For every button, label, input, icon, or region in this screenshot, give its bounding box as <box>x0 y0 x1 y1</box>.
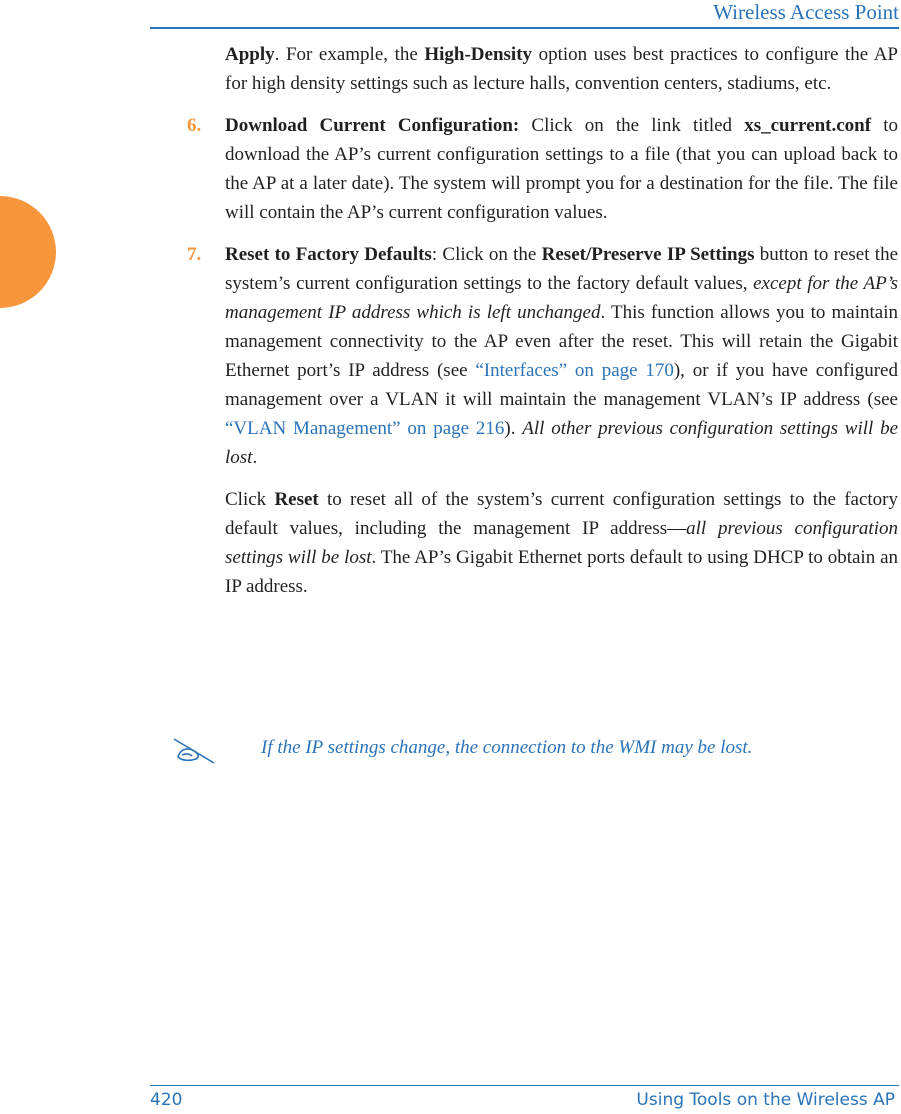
footer-rule <box>150 1085 899 1086</box>
running-header-title: Wireless Access Point <box>713 0 899 24</box>
text: . <box>252 447 258 468</box>
intro-paragraph: Apply. For example, the High-Density opt… <box>225 40 898 98</box>
text: Click on the link titled <box>519 115 745 136</box>
text: . For example, the <box>274 44 425 65</box>
reset-paragraph: Click Reset to reset all of the system’s… <box>225 485 898 601</box>
text: : Click on the <box>431 244 542 265</box>
item-number: 6. <box>187 115 202 136</box>
item-title: Reset to Factory Defaults <box>225 244 432 265</box>
chapter-tab-marker <box>0 196 56 308</box>
body-content: Apply. For example, the High-Density opt… <box>187 40 898 601</box>
item-6-text: Download Current Configuration: Click on… <box>225 111 898 227</box>
config-filename: xs_current.conf <box>744 115 872 136</box>
note-text: If the IP settings change, the connectio… <box>261 737 753 758</box>
text: Click <box>225 489 275 510</box>
note-pencil-icon <box>172 737 216 765</box>
item-number: 7. <box>187 244 202 265</box>
interfaces-link[interactable]: “Interfaces” on page 170 <box>475 360 674 381</box>
button-name-term: Reset/Preserve IP Settings <box>541 244 755 265</box>
list-item-7: 7. Reset to Factory Defaults: Click on t… <box>187 240 898 472</box>
item-7-text: Reset to Factory Defaults: Click on the … <box>225 240 898 472</box>
reset-term: Reset <box>274 489 319 510</box>
item-title: Download Current Configuration: <box>225 115 520 136</box>
vlan-management-link[interactable]: “VLAN Management” on page 216 <box>225 418 504 439</box>
page-number: 420 <box>150 1090 183 1110</box>
header-rule <box>150 27 899 29</box>
footer-section-title: Using Tools on the Wireless AP <box>636 1090 895 1110</box>
text: ). <box>504 418 523 439</box>
high-density-term: High-Density <box>424 44 533 65</box>
apply-term: Apply <box>225 44 275 65</box>
list-item-6: 6. Download Current Configuration: Click… <box>187 111 898 227</box>
